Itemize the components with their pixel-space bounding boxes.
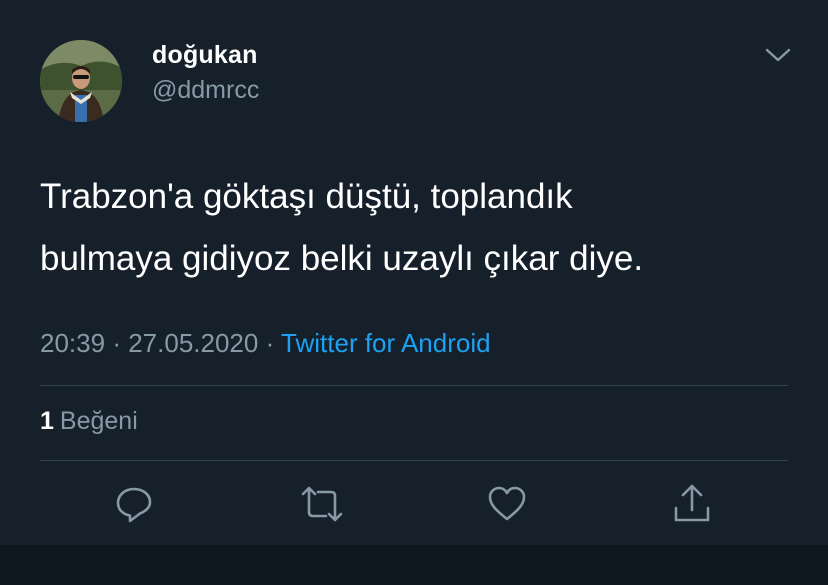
share-button[interactable] (672, 482, 712, 522)
reply-icon (116, 487, 152, 523)
avatar[interactable] (40, 40, 122, 122)
divider (40, 460, 788, 461)
share-icon (674, 484, 710, 522)
meta-separator: · (265, 328, 275, 358)
tweet-date: 27.05.2020 (128, 328, 259, 358)
chevron-down-icon[interactable] (765, 46, 791, 64)
reply-button[interactable] (114, 484, 154, 524)
tweet-text-line: Trabzon'a göktaşı düştü, toplandık (40, 177, 573, 216)
tweet-meta: 20:39 · 27.05.2020 · Twitter for Android (40, 328, 491, 359)
profile-photo-icon (40, 40, 122, 122)
tweet-time: 20:39 (40, 328, 106, 358)
divider (40, 385, 788, 386)
display-name[interactable]: doğukan (152, 41, 258, 70)
bottom-bar (0, 545, 828, 585)
like-label: Beğeni (59, 407, 138, 435)
like-icon (488, 486, 526, 521)
tweet-text: Trabzon'a göktaşı düştü, toplandık bulma… (40, 166, 800, 290)
like-button[interactable] (487, 484, 527, 524)
retweet-button[interactable] (300, 484, 343, 524)
tweet-text-line: bulmaya gidiyoz belki uzaylı çıkar diye. (40, 239, 644, 278)
likes-stat[interactable]: 1 Beğeni (40, 407, 138, 436)
retweet-icon (301, 486, 343, 522)
tweet-source-link[interactable]: Twitter for Android (281, 328, 491, 358)
tweet-detail: doğukan @ddmrcc Trabzon'a göktaşı düştü,… (0, 0, 828, 545)
like-count: 1 (40, 407, 54, 435)
user-handle[interactable]: @ddmrcc (152, 76, 259, 105)
meta-separator: · (112, 328, 121, 358)
